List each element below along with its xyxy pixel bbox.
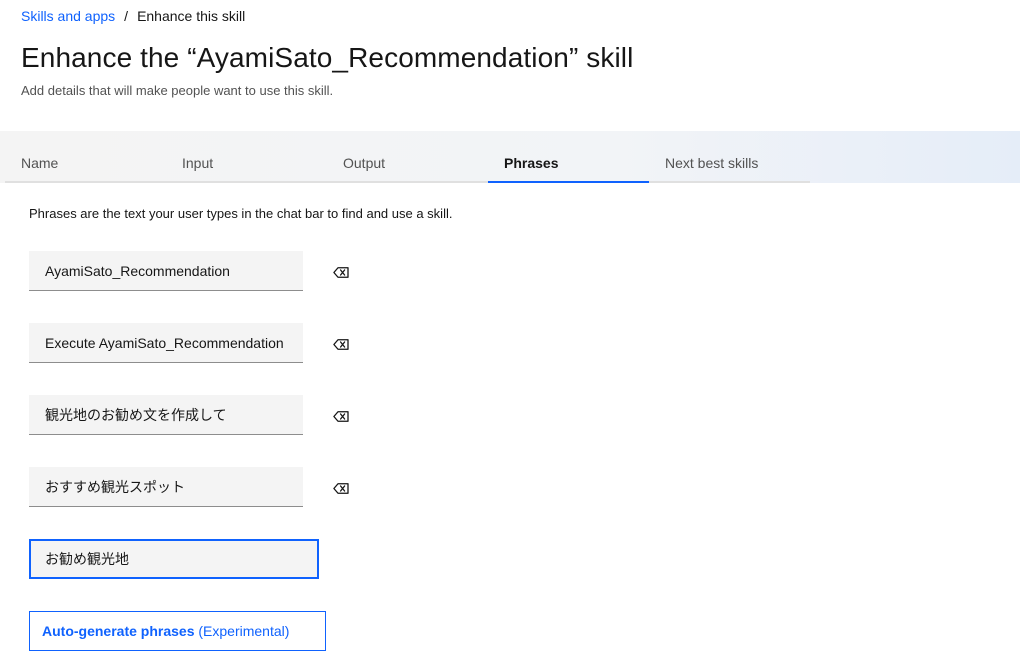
backspace-delete-icon[interactable]: [332, 409, 350, 423]
new-phrase-input[interactable]: お勧め観光地: [29, 539, 319, 579]
page-title: Enhance the “AyamiSato_Recommendation” s…: [21, 42, 634, 73]
experimental-label: (Experimental): [194, 623, 290, 639]
phrase-input[interactable]: Execute AyamiSato_Recommendation: [29, 323, 303, 363]
tab-input[interactable]: Input: [166, 143, 327, 183]
auto-generate-label: Auto-generate phrases: [42, 623, 195, 639]
backspace-delete-icon[interactable]: [332, 265, 350, 279]
tab-name[interactable]: Name: [5, 143, 166, 183]
tab-next-best-skills[interactable]: Next best skills: [649, 143, 810, 183]
breadcrumb-link-skills-and-apps[interactable]: Skills and apps: [21, 8, 115, 24]
phrase-row: AyamiSato_Recommendation: [29, 251, 359, 291]
phrase-row: Execute AyamiSato_Recommendation: [29, 323, 359, 363]
tab-phrases[interactable]: Phrases: [488, 143, 649, 183]
phrase-input[interactable]: 観光地のお勧め文を作成して: [29, 395, 303, 435]
tab-list: Name Input Output Phrases Next best skil…: [5, 143, 810, 183]
tab-output[interactable]: Output: [327, 143, 488, 183]
phrases-description: Phrases are the text your user types in …: [29, 206, 453, 221]
auto-generate-phrases-button[interactable]: Auto-generate phrases (Experimental): [29, 611, 326, 651]
backspace-delete-icon[interactable]: [332, 481, 350, 495]
page-subtitle: Add details that will make people want t…: [21, 83, 334, 98]
breadcrumb: Skills and apps / Enhance this skill: [21, 8, 245, 24]
breadcrumb-separator: /: [124, 8, 129, 24]
breadcrumb-current: Enhance this skill: [137, 8, 246, 24]
phrase-row: 観光地のお勧め文を作成して: [29, 395, 359, 435]
backspace-delete-icon[interactable]: [332, 337, 350, 351]
phrase-input[interactable]: おすすめ観光スポット: [29, 467, 303, 507]
phrase-input[interactable]: AyamiSato_Recommendation: [29, 251, 303, 291]
phrase-row: おすすめ観光スポット: [29, 467, 359, 507]
